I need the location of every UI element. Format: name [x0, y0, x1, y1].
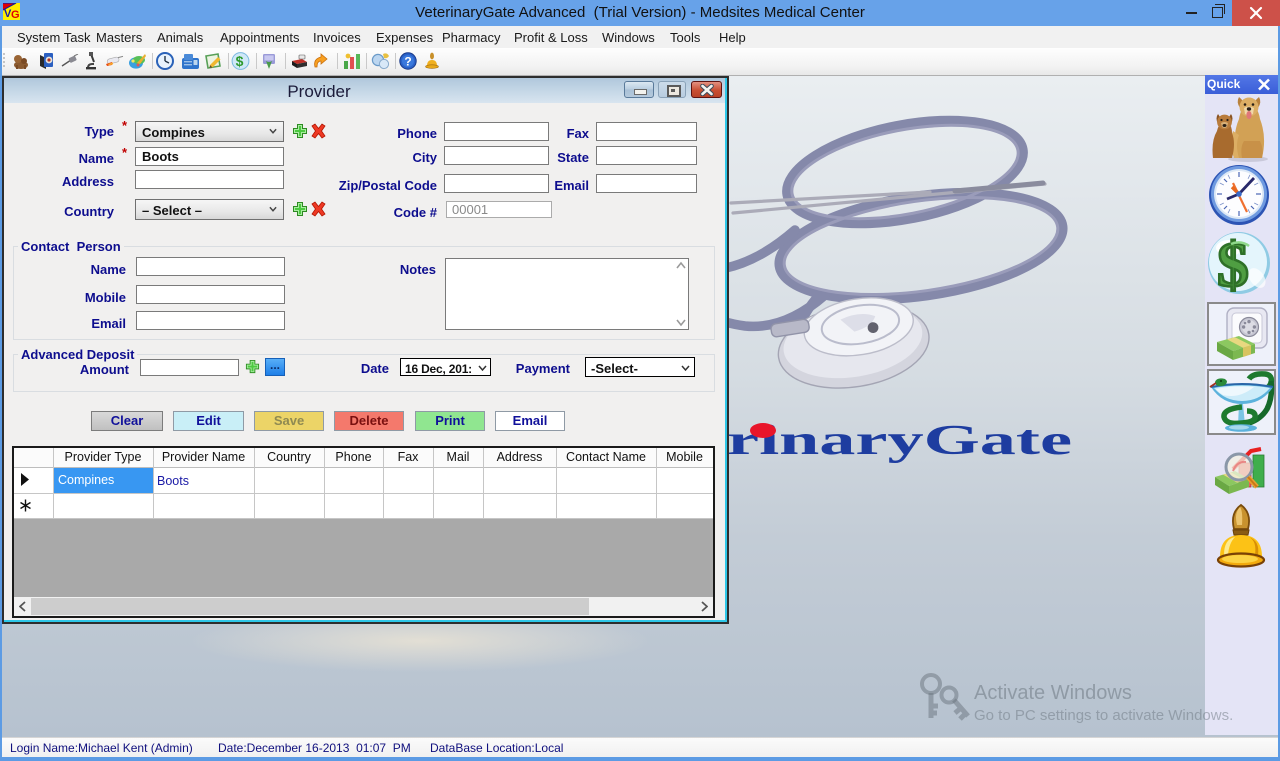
svg-text:?: ?: [404, 55, 411, 69]
svg-text:$: $: [1217, 230, 1249, 296]
svg-text:$: $: [236, 53, 244, 69]
